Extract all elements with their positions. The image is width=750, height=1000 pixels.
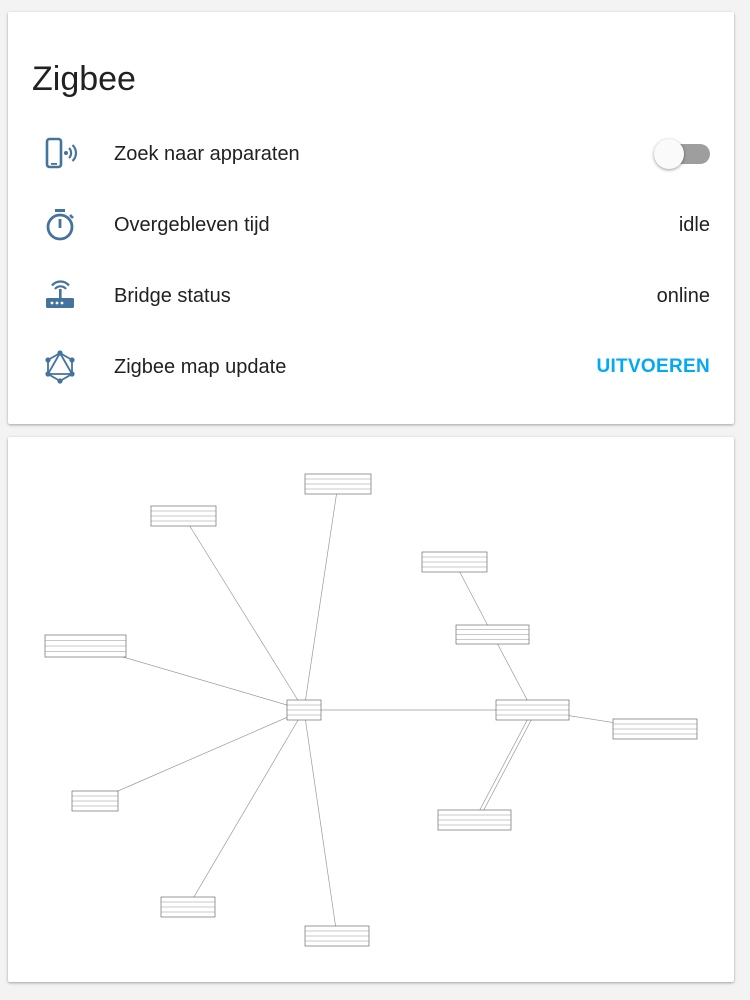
map-node-end-bottom-center[interactable] [304, 925, 370, 947]
map-edges [85, 483, 656, 937]
toggle-thumb [654, 139, 684, 169]
bridge-status-value: online [656, 284, 710, 307]
map-link [303, 483, 339, 711]
card-title: Zigbee [32, 60, 136, 98]
timer-icon [42, 207, 78, 243]
map-link [492, 634, 533, 711]
row-search-devices: Zoek naar apparaten [8, 126, 734, 182]
row-label: Zoek naar apparaten [114, 142, 300, 165]
row-label: Overgebleven tijd [114, 213, 270, 236]
graphql-icon [42, 349, 78, 385]
map-link [454, 561, 493, 635]
row-map-update: Zigbee map update UITVOEREN [8, 339, 734, 395]
remaining-time-value: idle [678, 213, 710, 236]
row-label: Zigbee map update [114, 355, 287, 378]
network-map[interactable] [8, 437, 734, 982]
zigbee-controls-card: Zigbee Zoek naar apparaten Overgebleven … [8, 12, 734, 424]
cellphone-wireless-icon [42, 136, 78, 172]
map-link [303, 709, 338, 937]
map-node-router-a[interactable] [495, 699, 570, 721]
map-node-end-right-top[interactable] [421, 551, 488, 573]
map-link [478, 709, 537, 821]
map-node-end-left[interactable] [44, 634, 127, 658]
map-node-end-lower-left[interactable] [71, 790, 119, 812]
map-node-end-top-left[interactable] [150, 505, 217, 527]
map-node-router-b[interactable] [455, 624, 530, 645]
map-node-end-top-center[interactable] [304, 473, 372, 495]
map-node-coordinator[interactable] [286, 699, 322, 721]
map-link [183, 515, 305, 711]
row-bridge-status: Bridge status online [8, 268, 734, 324]
zigbee-network-map-card [8, 437, 734, 982]
map-link [94, 709, 305, 802]
map-node-end-right[interactable] [612, 718, 698, 740]
map-node-end-right-bottom[interactable] [437, 809, 512, 831]
row-remaining-time: Overgebleven tijd idle [8, 197, 734, 253]
map-link [474, 709, 533, 821]
map-link [187, 709, 305, 908]
row-label: Bridge status [114, 284, 231, 307]
map-node-end-bottom-left[interactable] [160, 896, 216, 918]
run-map-update-button[interactable]: UITVOEREN [596, 356, 710, 378]
router-wireless-icon [42, 278, 78, 314]
search-toggle[interactable] [654, 139, 710, 169]
